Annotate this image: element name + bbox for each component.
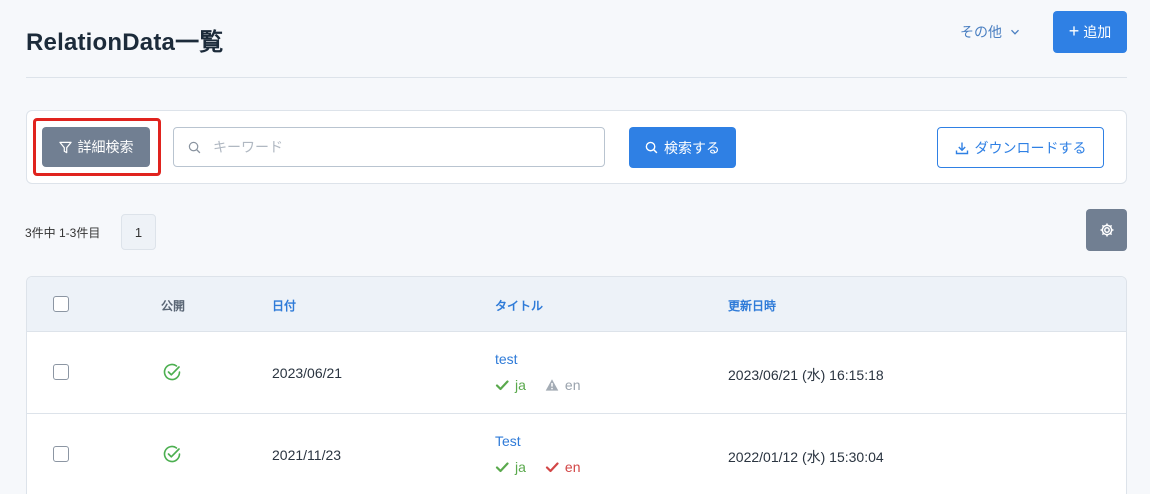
search-button[interactable]: 検索する bbox=[629, 127, 736, 168]
download-button[interactable]: ダウンロードする bbox=[937, 127, 1104, 168]
lang-en-status: en bbox=[545, 377, 580, 393]
row-checkbox[interactable] bbox=[53, 364, 69, 380]
row-date: 2023/06/21 bbox=[272, 365, 343, 381]
row-language-status: ja en bbox=[495, 459, 594, 475]
row-title-link[interactable]: test bbox=[495, 351, 518, 367]
add-button-label: 追加 bbox=[1083, 24, 1112, 40]
search-icon bbox=[188, 141, 201, 153]
search-button-label: 検索する bbox=[664, 139, 720, 156]
table-row[interactable]: 2023/06/21 test ja en 2023/06/21 (水) 16:… bbox=[27, 332, 1126, 414]
published-check-icon bbox=[163, 445, 181, 463]
advanced-search-label: 詳細検索 bbox=[77, 139, 134, 155]
published-check-icon bbox=[163, 363, 181, 381]
lang-en-status: en bbox=[545, 459, 580, 475]
row-title-link[interactable]: Test bbox=[495, 433, 521, 449]
gear-icon bbox=[1100, 223, 1113, 237]
chevron-down-icon bbox=[1011, 29, 1019, 35]
more-menu-label: その他 bbox=[960, 24, 1002, 40]
search-icon bbox=[645, 141, 658, 154]
page-title: RelationData一覧 bbox=[26, 29, 224, 56]
filter-icon bbox=[58, 141, 72, 153]
row-date: 2021/11/23 bbox=[272, 447, 342, 463]
advanced-search-button[interactable]: 詳細検索 bbox=[42, 127, 150, 167]
column-header-public[interactable]: 公開 bbox=[161, 297, 185, 314]
result-count: 3件中 1-3件目 bbox=[25, 226, 101, 240]
table-row[interactable]: 2021/11/23 Test ja en 2022/01/12 (水) 15:… bbox=[27, 414, 1126, 494]
column-header-date[interactable]: 日付 bbox=[272, 297, 296, 314]
lang-ja-status: ja bbox=[495, 459, 526, 475]
warning-icon bbox=[545, 379, 559, 391]
plus-icon: + bbox=[1068, 21, 1080, 41]
header-divider bbox=[26, 77, 1127, 78]
column-header-updated[interactable]: 更新日時 bbox=[728, 297, 776, 314]
keyword-search-field[interactable] bbox=[173, 127, 605, 167]
row-language-status: ja en bbox=[495, 377, 594, 393]
row-updated: 2023/06/21 (水) 16:15:18 bbox=[728, 367, 884, 383]
check-icon bbox=[545, 462, 559, 473]
more-menu[interactable]: その他 bbox=[960, 22, 1020, 42]
select-all-checkbox[interactable] bbox=[53, 296, 69, 312]
add-button[interactable]: + 追加 bbox=[1053, 11, 1127, 53]
lang-ja-status: ja bbox=[495, 377, 526, 393]
column-header-title[interactable]: タイトル bbox=[495, 297, 543, 314]
download-button-label: ダウンロードする bbox=[974, 139, 1087, 156]
download-icon bbox=[955, 142, 968, 154]
data-table: 公開 日付 タイトル 更新日時 2023/06/21 test ja en 20… bbox=[26, 276, 1127, 494]
table-header: 公開 日付 タイトル 更新日時 bbox=[27, 277, 1126, 332]
check-icon bbox=[495, 462, 509, 473]
page-button-1[interactable]: 1 bbox=[121, 214, 156, 250]
row-updated: 2022/01/12 (水) 15:30:04 bbox=[728, 449, 884, 465]
row-checkbox[interactable] bbox=[53, 446, 69, 462]
check-icon bbox=[495, 380, 509, 391]
keyword-input[interactable] bbox=[213, 129, 604, 165]
settings-button[interactable] bbox=[1086, 209, 1127, 251]
